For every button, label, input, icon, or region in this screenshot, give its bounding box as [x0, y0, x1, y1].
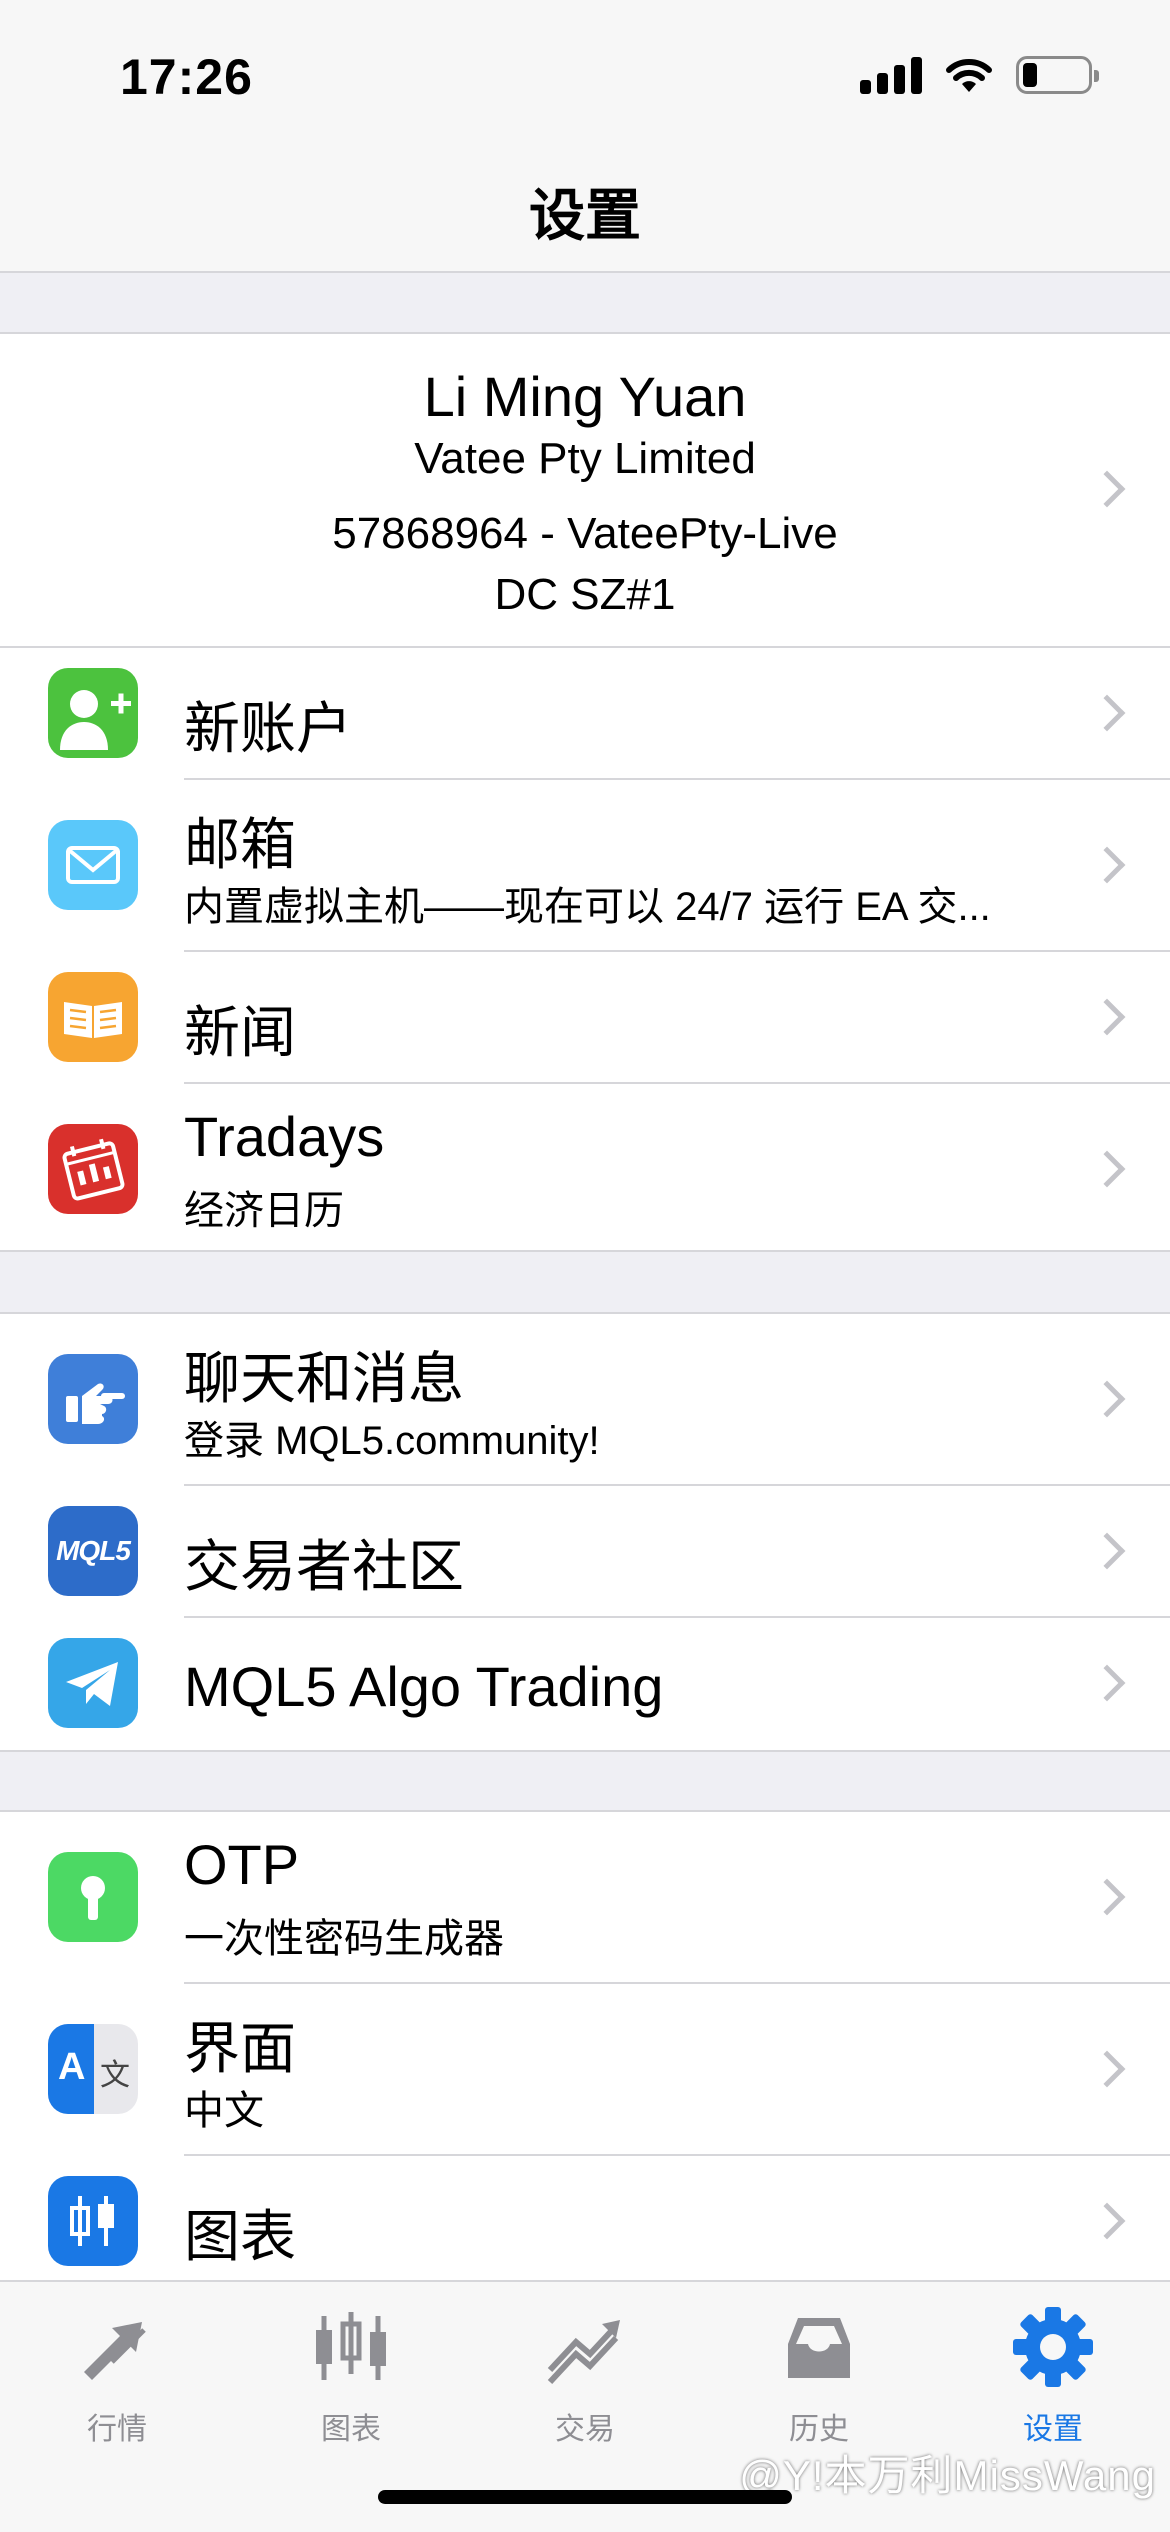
tab-history[interactable]: 历史: [702, 2302, 936, 2448]
chevron-right-icon: [1088, 470, 1126, 508]
translate-icon-wen: 文: [100, 2059, 130, 2092]
candles-icon: [48, 2176, 138, 2266]
chevron-right-icon: [1088, 1532, 1126, 1570]
watermark: @Y!本万利MissWang: [739, 2452, 1156, 2499]
settings-icon: [1008, 2302, 1098, 2392]
menu-item-title: 新闻: [184, 1001, 296, 1064]
tab-quotes[interactable]: 行情: [0, 2302, 234, 2448]
mql5-logo-text: MQL5: [56, 1535, 131, 1566]
menu-item-mql5-algo-trading[interactable]: MQL5 Algo Trading: [0, 1618, 1170, 1748]
tab-label: 图表: [321, 2413, 381, 2446]
book-icon: [48, 972, 138, 1062]
tab-settings[interactable]: 设置: [936, 2302, 1170, 2448]
history-icon: [774, 2302, 864, 2392]
page-title: 设置: [529, 184, 641, 247]
chevron-right-icon: [1088, 998, 1126, 1036]
battery-icon: [1016, 56, 1099, 94]
tab-bar: 行情 图表 交易 历史 设置 @Y!本万利MissWang: [0, 2280, 1170, 2532]
menu-item-mailbox[interactable]: 邮箱 内置虚拟主机——现在可以 24/7 运行 EA 交...: [0, 780, 1170, 950]
menu-item-otp[interactable]: OTP 一次性密码生成器: [0, 1812, 1170, 1982]
home-indicator: [378, 2490, 792, 2504]
telegram-icon: [48, 1638, 138, 1728]
tab-chart[interactable]: 图表: [234, 2302, 468, 2448]
menu-item-title: Tradays: [184, 1105, 385, 1168]
nav-bar: 设置: [0, 135, 1170, 273]
menu-item-title: OTP: [184, 1833, 300, 1896]
menu-item-traders-community[interactable]: MQL5 交易者社区: [0, 1486, 1170, 1616]
chevron-right-icon: [1088, 694, 1126, 732]
key-icon: [48, 1852, 138, 1942]
menu-item-tradays[interactable]: Tradays 经济日历: [0, 1084, 1170, 1254]
menu-item-news[interactable]: 新闻: [0, 952, 1170, 1082]
account-card[interactable]: Li Ming Yuan Vatee Pty Limited 57868964 …: [0, 334, 1170, 646]
tools-group: OTP 一次性密码生成器 A 文 界面 中文 图表: [0, 1810, 1170, 2290]
community-group: 聊天和消息 登录 MQL5.community! MQL5 交易者社区 MQL5…: [0, 1312, 1170, 1752]
menu-item-title: 交易者社区: [184, 1535, 464, 1598]
chevron-right-icon: [1088, 2050, 1126, 2088]
quotes-icon: [72, 2302, 162, 2392]
menu-item-new-account[interactable]: 新账户: [0, 648, 1170, 778]
translate-icon-a: A: [58, 2046, 86, 2088]
menu-item-subtitle: 登录 MQL5.community!: [184, 1419, 600, 1463]
chart-icon: [306, 2302, 396, 2392]
menu-item-title: 聊天和消息: [184, 1347, 464, 1410]
trade-icon: [540, 2302, 630, 2392]
menu-item-chat-messages[interactable]: 聊天和消息 登录 MQL5.community!: [0, 1314, 1170, 1484]
menu-item-title: 邮箱: [184, 813, 296, 876]
menu-item-subtitle: 一次性密码生成器: [184, 1917, 504, 1961]
menu-item-title: 界面: [184, 2017, 296, 2080]
menu-item-subtitle: 中文: [184, 2089, 264, 2133]
status-time: 17:26: [120, 49, 253, 105]
menu-item-title: MQL5 Algo Trading: [184, 1655, 664, 1718]
status-icons: [860, 56, 1099, 94]
chevron-right-icon: [1088, 2202, 1126, 2240]
chat-hand-icon: [48, 1354, 138, 1444]
menu-item-title: 新账户: [184, 697, 352, 760]
chevron-right-icon: [1088, 846, 1126, 884]
chevron-right-icon: [1088, 1150, 1126, 1188]
menu-item-subtitle: 经济日历: [184, 1189, 344, 1233]
add-user-icon: [48, 668, 138, 758]
menu-item-title: 图表: [184, 2205, 296, 2268]
mail-icon: [48, 820, 138, 910]
menu-item-interface[interactable]: A 文 界面 中文: [0, 1984, 1170, 2154]
wifi-icon: [946, 59, 992, 92]
chevron-right-icon: [1088, 1878, 1126, 1916]
tab-label: 交易: [555, 2413, 615, 2446]
chevron-right-icon: [1088, 1664, 1126, 1702]
chevron-right-icon: [1088, 1380, 1126, 1418]
account-group: Li Ming Yuan Vatee Pty Limited 57868964 …: [0, 332, 1170, 1252]
cellular-signal-icon: [860, 56, 922, 94]
calendar-icon: [48, 1124, 138, 1214]
menu-item-subtitle: 内置虚拟主机——现在可以 24/7 运行 EA 交...: [184, 885, 991, 929]
translate-icon: A 文: [48, 2024, 138, 2114]
tab-trade[interactable]: 交易: [468, 2302, 702, 2448]
menu-item-charts[interactable]: 图表: [0, 2156, 1170, 2286]
mql5-logo-icon: MQL5: [48, 1506, 138, 1596]
status-bar: 17:26: [0, 0, 1170, 135]
tab-label: 行情: [87, 2413, 147, 2446]
